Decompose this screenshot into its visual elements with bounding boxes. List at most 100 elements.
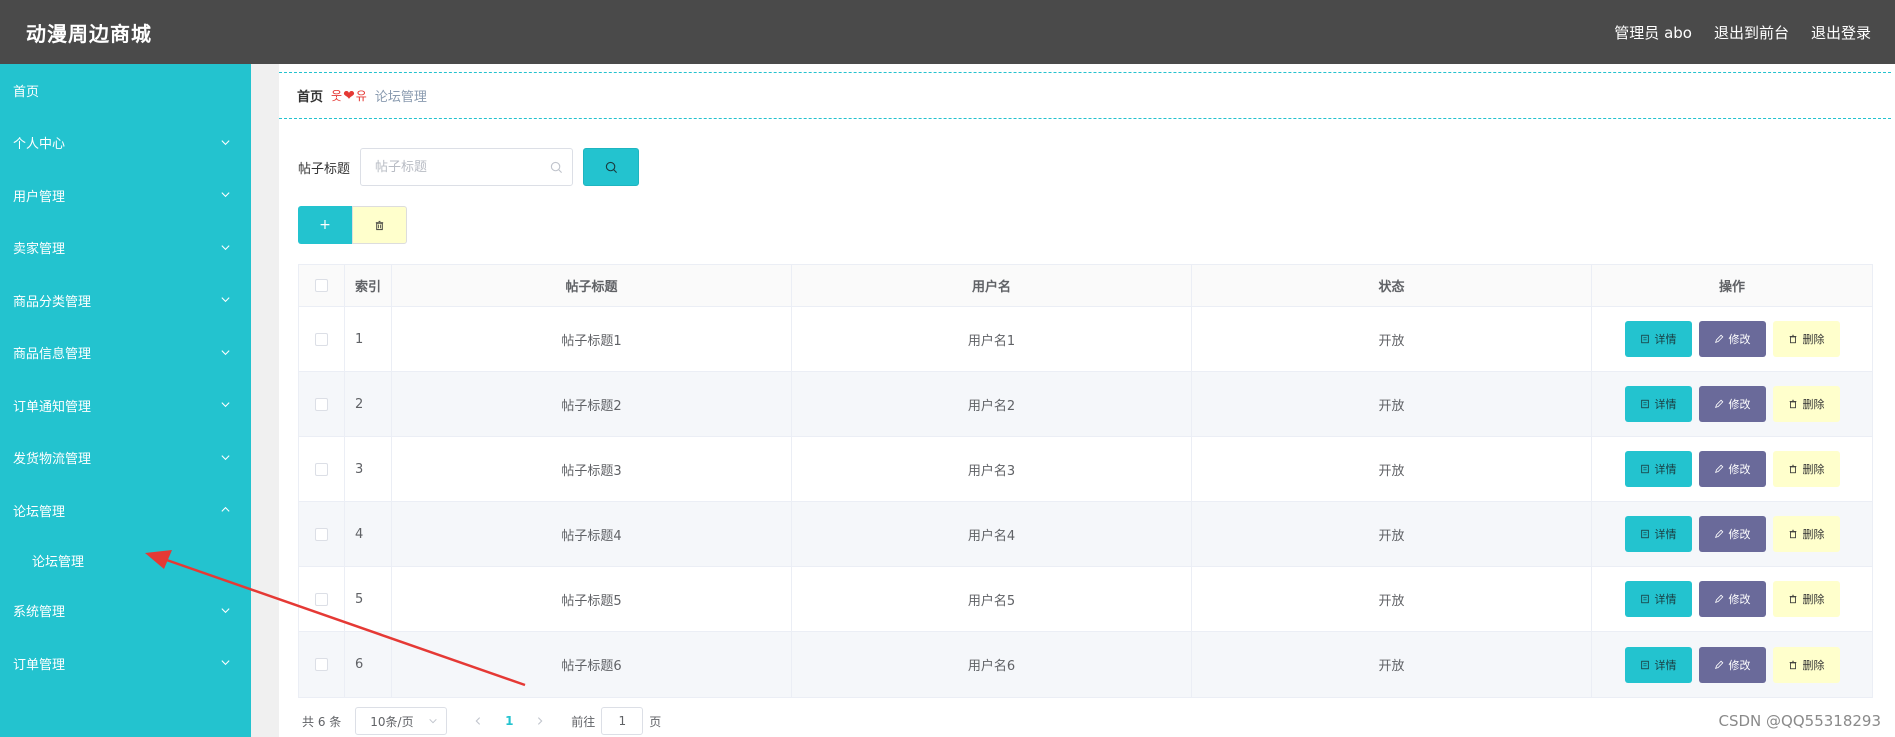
document-icon [1640, 529, 1649, 539]
row-select-cell [299, 502, 345, 566]
jump-page-input[interactable]: 1 [601, 707, 644, 735]
heart-icon: ❤ [343, 87, 355, 104]
row-status: 开放 [1192, 567, 1592, 631]
admin-user-link[interactable]: 管理员 abo [1614, 22, 1692, 43]
chevron-down-icon [220, 189, 231, 200]
row-select-cell [299, 567, 345, 631]
delete-button[interactable]: 删除 [1772, 321, 1840, 357]
detail-button[interactable]: 详情 [1624, 386, 1692, 422]
edit-button[interactable]: 修改 [1698, 516, 1766, 552]
row-index: 3 [345, 437, 392, 501]
detail-button-label: 详情 [1654, 528, 1677, 541]
select-all-checkbox[interactable] [315, 279, 328, 292]
row-post-title: 帖子标题4 [392, 502, 792, 566]
row-post-title: 帖子标题6 [392, 632, 792, 697]
detail-button[interactable]: 详情 [1624, 321, 1692, 357]
row-actions: 详情 修改 删除 [1592, 437, 1872, 501]
trash-icon [1789, 660, 1796, 669]
row-checkbox[interactable] [315, 592, 328, 606]
sidebar-item-category-management[interactable]: 商品分类管理 [0, 274, 251, 327]
row-actions: 详情 修改 删除 [1592, 502, 1872, 566]
page-size-select[interactable]: 10条/页 [355, 707, 448, 735]
edit-icon [1714, 594, 1723, 603]
delete-button-label: 删除 [1802, 593, 1825, 606]
delete-button[interactable]: 删除 [1772, 386, 1840, 422]
add-button[interactable]: + [298, 206, 352, 244]
detail-button-label: 详情 [1654, 593, 1677, 606]
sidebar-item-label: 用户管理 [13, 189, 66, 205]
edit-icon [1714, 529, 1723, 538]
edit-button-label: 修改 [1728, 528, 1751, 541]
delete-button[interactable]: 删除 [1772, 516, 1840, 552]
trash-icon [375, 220, 384, 230]
sidebar-item-personal-center[interactable]: 个人中心 [0, 117, 251, 170]
chevron-down-icon [220, 294, 231, 305]
document-icon [1640, 660, 1649, 669]
breadcrumb-home[interactable]: 首页 [297, 86, 323, 105]
sidebar-item-order-management[interactable]: 订单管理 [0, 637, 251, 690]
delete-button-label: 删除 [1802, 528, 1825, 541]
row-index: 1 [345, 307, 392, 371]
row-post-title: 帖子标题1 [392, 307, 792, 371]
edit-icon [1714, 334, 1723, 343]
row-index: 4 [345, 502, 392, 566]
sidebar-item-home[interactable]: 首页 [0, 64, 251, 117]
detail-button[interactable]: 详情 [1624, 516, 1692, 552]
table-header-row: 索引 帖子标题 用户名 状态 操作 [299, 265, 1872, 307]
document-icon [1640, 334, 1649, 344]
sidebar-item-product-management[interactable]: 商品信息管理 [0, 327, 251, 380]
top-header: 动漫周边商城 管理员 abo 退出到前台 退出登录 [0, 0, 1895, 64]
edit-button[interactable]: 修改 [1698, 321, 1766, 357]
row-checkbox[interactable] [315, 527, 328, 541]
edit-button[interactable]: 修改 [1698, 451, 1766, 487]
trash-icon [1789, 464, 1796, 474]
trash-icon [1789, 529, 1796, 539]
edit-button-label: 修改 [1728, 593, 1751, 606]
sidebar-item-shipping-management[interactable]: 发货物流管理 [0, 432, 251, 485]
sidebar-subitem-forum-management[interactable]: 论坛管理 [0, 537, 251, 585]
row-checkbox[interactable] [315, 658, 328, 671]
delete-button[interactable]: 删除 [1772, 581, 1840, 617]
edit-button[interactable]: 修改 [1698, 646, 1766, 683]
detail-button-label: 详情 [1654, 463, 1677, 476]
sidebar-item-user-management[interactable]: 用户管理 [0, 169, 251, 222]
delete-button-label: 删除 [1802, 398, 1825, 411]
row-actions: 详情 修改 删除 [1592, 567, 1872, 631]
sidebar-item-label: 系统管理 [13, 605, 66, 621]
detail-button-label: 详情 [1654, 398, 1677, 411]
action-buttons: + [298, 206, 407, 244]
trash-icon [1789, 334, 1796, 344]
detail-button[interactable]: 详情 [1624, 646, 1692, 683]
prev-page-button[interactable] [465, 716, 491, 726]
edit-button[interactable]: 修改 [1698, 386, 1766, 422]
row-username: 用户名6 [792, 632, 1192, 697]
delete-button-label: 删除 [1802, 658, 1825, 672]
sidebar-item-order-notice-management[interactable]: 订单通知管理 [0, 379, 251, 432]
table-row: 2 帖子标题2 用户名2 开放 详情 修改 删除 [299, 372, 1872, 437]
batch-delete-button[interactable] [352, 206, 407, 244]
detail-button[interactable]: 详情 [1624, 451, 1692, 487]
sidebar-item-label: 订单通知管理 [13, 399, 92, 415]
pagination-total: 共 6 条 [302, 714, 342, 729]
row-status: 开放 [1192, 307, 1592, 371]
sidebar-item-seller-management[interactable]: 卖家管理 [0, 222, 251, 275]
sidebar-item-forum-management[interactable]: 论坛管理 [0, 484, 251, 537]
row-checkbox[interactable] [315, 462, 328, 476]
delete-button[interactable]: 删除 [1772, 646, 1840, 683]
row-post-title: 帖子标题3 [392, 437, 792, 501]
search-input[interactable] [361, 149, 573, 185]
delete-button[interactable]: 删除 [1772, 451, 1840, 487]
edit-button-label: 修改 [1728, 658, 1751, 672]
row-checkbox[interactable] [315, 332, 328, 346]
sidebar-item-label: 商品分类管理 [13, 294, 92, 310]
row-checkbox[interactable] [315, 397, 328, 411]
next-page-button[interactable] [527, 716, 553, 726]
logout-link[interactable]: 退出登录 [1811, 22, 1871, 43]
search-button[interactable] [583, 148, 640, 186]
sidebar-item-system-management[interactable]: 系统管理 [0, 585, 251, 638]
row-status: 开放 [1192, 632, 1592, 697]
edit-button[interactable]: 修改 [1698, 581, 1766, 617]
page-number-current[interactable]: 1 [491, 714, 527, 728]
exit-to-frontend-link[interactable]: 退出到前台 [1714, 22, 1789, 43]
detail-button[interactable]: 详情 [1624, 581, 1692, 617]
